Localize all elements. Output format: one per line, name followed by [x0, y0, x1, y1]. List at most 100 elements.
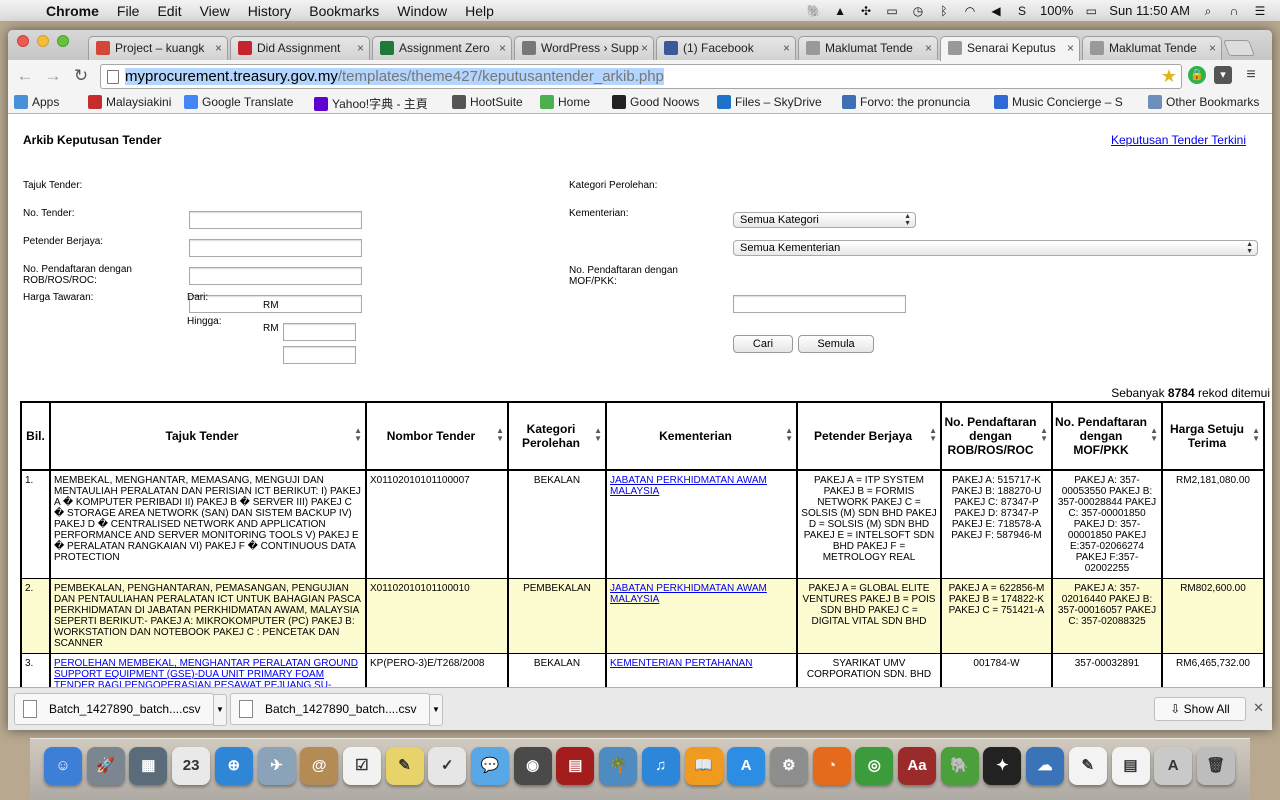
contacts-icon[interactable]: @	[300, 747, 339, 785]
bluetooth-icon[interactable]: ᛒ	[936, 4, 952, 18]
battery-icon[interactable]: ▭	[1083, 4, 1099, 18]
bookmark-item[interactable]: Malaysiakini	[88, 95, 171, 109]
skype-status-icon[interactable]: S	[1014, 4, 1030, 18]
browser-tab[interactable]: Assignment Zero ×	[372, 36, 512, 60]
preview-icon[interactable]: ✈	[257, 747, 296, 785]
header-kementerian[interactable]: Kementerian ▲ ▼	[605, 401, 798, 471]
safari-icon[interactable]: ⊕	[214, 747, 253, 785]
evernote-status-icon[interactable]: 🐘	[806, 4, 822, 18]
menu-file[interactable]: File	[108, 3, 149, 19]
appstore-icon[interactable]: A	[727, 747, 766, 785]
system-preferences-icon[interactable]: ⚙	[769, 747, 808, 785]
sort-arrows-icon[interactable]: ▲ ▼	[929, 427, 937, 443]
header-mof[interactable]: No. Pendaftaran dengan MOF/PKK ▲ ▼	[1051, 401, 1163, 471]
menubar-clock[interactable]: Sun 11:50 AM	[1109, 3, 1190, 18]
firefox-icon[interactable]: ◔	[812, 747, 851, 785]
bookmark-item[interactable]: Yahoo!字典 - 主頁	[314, 95, 428, 112]
harga-hingga-input[interactable]	[283, 346, 356, 364]
image-capture-icon[interactable]: ▦	[129, 747, 168, 785]
reminders-icon[interactable]: ☑	[342, 747, 381, 785]
show-all-downloads-button[interactable]: ⇩ Show All	[1154, 697, 1246, 721]
back-button[interactable]: ←	[14, 66, 36, 86]
chevron-down-icon[interactable]: ▼	[213, 694, 227, 726]
maximize-window-button[interactable]	[57, 35, 69, 47]
sort-arrows-icon[interactable]: ▲ ▼	[354, 427, 362, 443]
itunes-icon[interactable]: ♫	[641, 747, 680, 785]
iphoto-icon[interactable]: 🌴	[599, 747, 638, 785]
menu-app-chrome[interactable]: Chrome	[42, 3, 108, 19]
bookmark-item[interactable]: Forvo: the pronuncia	[842, 95, 970, 109]
sort-arrows-icon[interactable]: ▲ ▼	[785, 427, 793, 443]
close-tab-icon[interactable]: ×	[499, 37, 506, 59]
user-status-icon[interactable]: ∩	[1226, 4, 1242, 18]
evernote-icon[interactable]: 🐘	[940, 747, 979, 785]
mof-input[interactable]	[733, 295, 906, 313]
download-item[interactable]: Batch_1427890_batch....csv ▼	[14, 693, 227, 726]
csv-stack-icon[interactable]: ▤	[1111, 747, 1150, 785]
close-tab-icon[interactable]: ×	[1067, 37, 1074, 59]
facetime-icon[interactable]: ◉	[513, 747, 552, 785]
sort-arrows-icon[interactable]: ▲ ▼	[1040, 427, 1048, 443]
cari-button[interactable]: Cari	[733, 335, 793, 353]
menu-edit[interactable]: Edit	[148, 3, 190, 19]
ministry-link[interactable]: JABATAN PERKHIDMATAN AWAM MALAYSIA	[610, 475, 767, 497]
bookmark-item[interactable]: Google Translate	[184, 95, 293, 109]
close-tab-icon[interactable]: ×	[641, 37, 648, 59]
sort-arrows-icon[interactable]: ▲ ▼	[1252, 427, 1260, 443]
kementerian-select[interactable]: Semua Kementerian ▲ ▼	[733, 240, 1258, 256]
browser-tab[interactable]: Senarai Keputus ×	[940, 36, 1080, 61]
time-machine-icon[interactable]: ◷	[910, 4, 926, 18]
close-downloads-icon[interactable]: ✕	[1253, 700, 1264, 716]
menu-view[interactable]: View	[191, 3, 239, 19]
openoffice-icon[interactable]: ☁	[1026, 747, 1065, 785]
header-petender[interactable]: Petender Berjaya ▲ ▼	[796, 401, 942, 471]
bookmark-item[interactable]: Home	[540, 95, 590, 109]
minimize-window-button[interactable]	[37, 35, 49, 47]
header-rob[interactable]: No. Pendaftaran dengan ROB/ROS/ROC ▲ ▼	[940, 401, 1053, 471]
menu-window[interactable]: Window	[388, 3, 456, 19]
close-tab-icon[interactable]: ×	[783, 37, 790, 59]
finder-icon[interactable]: ☺	[44, 747, 82, 785]
no-tender-input[interactable]	[189, 239, 362, 257]
latest-tender-link[interactable]: Keputusan Tender Terkini	[1111, 134, 1246, 146]
trash-icon[interactable]: 🗑	[1196, 747, 1235, 785]
close-tab-icon[interactable]: ×	[357, 37, 364, 59]
dictionary-icon[interactable]: Aa	[898, 747, 936, 785]
sort-arrows-icon[interactable]: ▲ ▼	[1150, 427, 1158, 443]
close-window-button[interactable]	[17, 35, 29, 47]
ibooks-icon[interactable]: 📖	[684, 747, 723, 785]
url-text[interactable]: myprocurement.treasury.gov.my/templates/…	[125, 68, 664, 86]
menu-help[interactable]: Help	[456, 3, 503, 19]
bookmark-star-icon[interactable]: ★	[1161, 66, 1177, 87]
browser-tab[interactable]: Did Assignment ×	[230, 36, 370, 60]
kategori-select[interactable]: Semua Kategori ▲ ▼	[733, 212, 916, 228]
chevron-down-icon[interactable]: ▼	[429, 694, 443, 726]
close-tab-icon[interactable]: ×	[215, 37, 222, 59]
browser-tab[interactable]: WordPress › Supp ×	[514, 36, 654, 60]
bookmark-item[interactable]: Apps	[14, 95, 59, 109]
pdf-stack-icon[interactable]: A	[1154, 747, 1193, 785]
close-tab-icon[interactable]: ×	[1209, 37, 1216, 59]
browser-tab[interactable]: Project – kuangk ×	[88, 36, 228, 60]
forward-button[interactable]: →	[42, 66, 64, 86]
extension-lock-icon[interactable]: 🔒	[1188, 66, 1206, 84]
petender-input[interactable]	[189, 267, 362, 285]
bookmark-item[interactable]: HootSuite	[452, 95, 523, 109]
document-icon[interactable]: ✎	[1068, 747, 1107, 785]
menu-history[interactable]: History	[239, 3, 301, 19]
ministry-link[interactable]: KEMENTERIAN PERTAHANAN	[610, 658, 752, 669]
photobooth-icon[interactable]: ▤	[556, 747, 595, 785]
calendar-icon[interactable]: 23	[172, 747, 211, 785]
new-tab-button[interactable]	[1223, 40, 1255, 56]
bookmark-item[interactable]: Files – SkyDrive	[717, 95, 822, 109]
menu-bookmarks[interactable]: Bookmarks	[300, 3, 388, 19]
notes-icon[interactable]: ✎	[385, 747, 424, 785]
pinwheel-status-icon[interactable]: ✣	[858, 4, 874, 18]
sort-arrows-icon[interactable]: ▲ ▼	[496, 427, 504, 443]
messages-icon[interactable]: 💬	[471, 747, 509, 785]
reload-button[interactable]: ↻	[70, 66, 92, 86]
download-item[interactable]: Batch_1427890_batch....csv ▼	[230, 693, 443, 726]
spotlight-icon[interactable]: ⌕	[1200, 4, 1216, 18]
header-tajuk[interactable]: Tajuk Tender ▲ ▼	[49, 401, 367, 471]
tender-title-link[interactable]: PEROLEHAN MEMBEKAL, MENGHANTAR PERALATAN…	[54, 658, 358, 687]
